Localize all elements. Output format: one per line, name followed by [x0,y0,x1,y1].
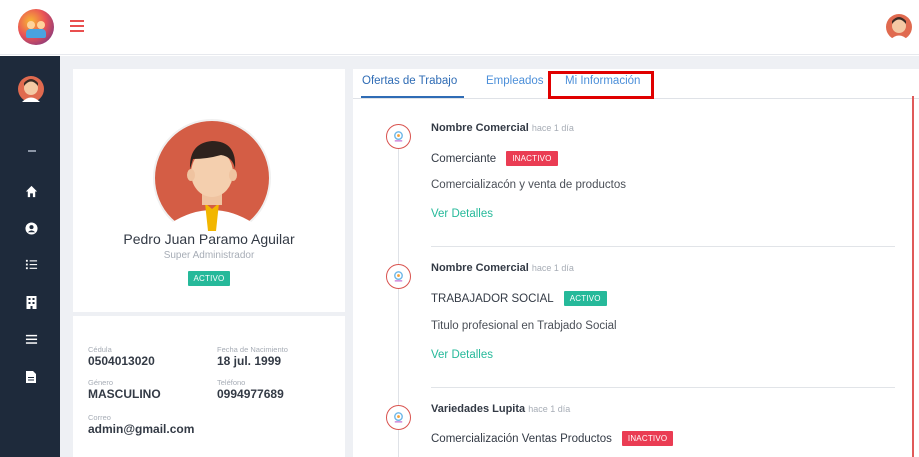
field-value: MASCULINO [88,387,161,401]
top-navbar [0,0,919,55]
field-genero: Género MASCULINO [88,378,161,401]
field-correo: Correo admin@gmail.com [88,413,194,436]
sidebar-item-home[interactable] [20,180,42,202]
sidebar-item-documents[interactable] [20,366,42,388]
company-logo-icon [386,405,411,430]
timeline-header: Nombre Comercial hace 1 día [431,262,574,274]
job-title: Comerciante [431,152,497,165]
user-avatar-icon[interactable] [886,14,912,40]
field-value: 0504013020 [88,354,155,368]
list-icon [25,334,37,344]
timeline-header: Nombre Comercial hace 1 día [431,122,574,134]
tab-bar: Ofertas de Trabajo Empleados Mi Informac… [353,69,919,99]
field-value: admin@gmail.com [88,422,195,436]
divider [431,387,895,388]
tab-ofertas-de-trabajo[interactable]: Ofertas de Trabajo [362,75,457,87]
tab-empleados[interactable]: Empleados [486,75,544,87]
sidebar-divider [28,150,36,152]
list-check-icon [25,259,37,269]
company-logo-icon [386,124,411,149]
timestamp: hace 1 día [531,123,574,133]
job-description: Comercializacón y venta de productos [431,179,626,191]
status-badge: ACTIVO [563,291,607,306]
field-label: Fecha de Nacimiento [217,345,288,354]
company-name: Nombre Comercial [431,262,529,274]
home-icon [25,185,37,197]
user-avatar-icon [153,119,271,237]
company-logo-icon [386,264,411,289]
field-telefono: Teléfono 0994977689 [217,378,284,401]
sidebar-item-tasks[interactable] [20,253,42,275]
field-label: Cédula [88,345,112,354]
ver-detalles-link[interactable]: Ver Detalles [431,208,493,220]
job-title-row: Comerciante INACTIVO [431,151,558,166]
company-name: Nombre Comercial [431,122,529,134]
file-icon [26,371,36,383]
user-avatar-icon[interactable] [18,76,44,102]
profile-name: Pedro Juan Paramo Aguilar [123,231,295,247]
field-label: Teléfono [217,378,246,387]
scroll-accent [912,96,914,457]
hamburger-menu-button[interactable] [70,20,84,32]
profile-card: Pedro Juan Paramo Aguilar Super Administ… [73,69,345,312]
status-badge: ACTIVO [187,271,231,286]
profile-role: Super Administrador [163,250,255,261]
job-title-row: Comercialización Ventas Productos INACTI… [431,431,674,446]
job-description: Titulo profesional en Trabjado Social [431,320,617,332]
timestamp: hace 1 día [531,263,574,273]
user-circle-icon [24,221,38,235]
job-title: TRABAJADOR SOCIAL [431,292,554,305]
status-badge: INACTIVO [621,431,674,446]
field-value: 18 jul. 1999 [217,354,282,368]
timeline-header: Variedades Lupita hace 1 día [431,403,570,415]
sidebar-item-profile[interactable] [20,217,42,239]
field-fecha-nacimiento: Fecha de Nacimiento 18 jul. 1999 [217,345,288,368]
ver-detalles-link[interactable]: Ver Detalles [431,349,493,361]
building-icon [26,296,36,309]
kids-logo-icon[interactable] [18,9,54,45]
field-label: Género [88,378,114,387]
sidebar-item-companies[interactable] [20,291,42,313]
job-title: Comercialización Ventas Productos [431,432,612,445]
company-name: Variedades Lupita [431,403,526,415]
divider [431,246,895,247]
field-cedula: Cédula 0504013020 [88,345,155,368]
sidebar [0,56,60,457]
highlight-box [548,71,654,99]
main-card: Ofertas de Trabajo Empleados Mi Informac… [353,69,919,457]
timestamp: hace 1 día [528,404,571,414]
field-value: 0994977689 [217,387,284,401]
hamburger-icon [70,20,84,22]
field-label: Correo [88,413,111,422]
sidebar-item-list[interactable] [20,328,42,350]
status-badge: INACTIVO [506,151,558,166]
job-title-row: TRABAJADOR SOCIAL ACTIVO [431,291,607,306]
profile-info-card: Cédula 0504013020 Fecha de Nacimiento 18… [73,316,345,457]
